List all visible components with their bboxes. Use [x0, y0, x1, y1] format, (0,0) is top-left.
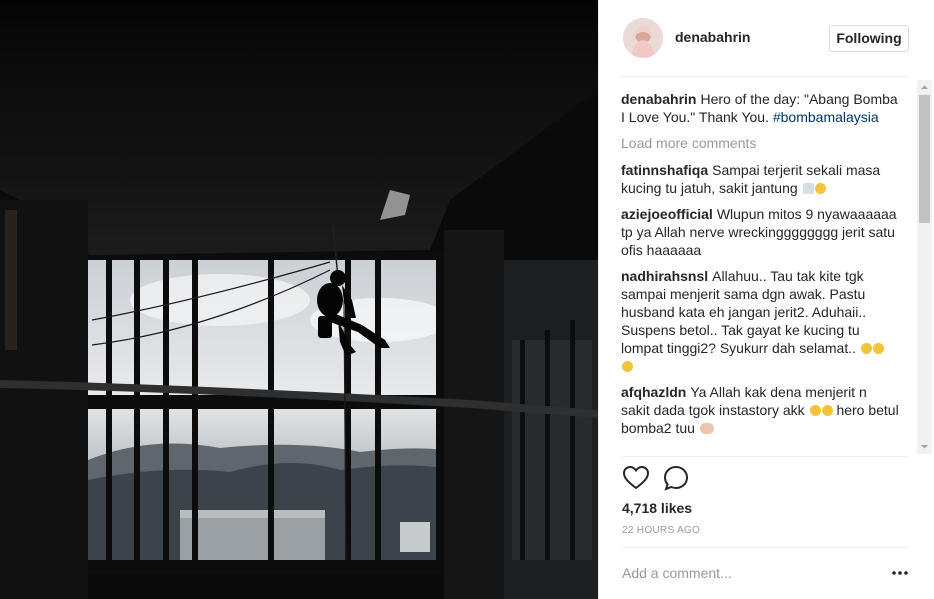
- astonished-face-emoji-icon: [821, 405, 833, 416]
- post-actions: [622, 464, 702, 492]
- instagram-post-view: denabahrin Following denabahrin Hero of t…: [0, 0, 934, 599]
- caption-username[interactable]: denabahrin: [621, 91, 696, 107]
- comment-item: nadhirahsnsl Allahuu.. Tau tak kite tgk s…: [621, 267, 899, 375]
- comment-item: fatinnshafiqa Sampai terjerit sekali masa…: [621, 161, 899, 197]
- add-comment-input[interactable]: [622, 563, 862, 583]
- scream-cat-emoji-icon: [802, 183, 814, 194]
- scroll-up-arrow-icon[interactable]: [917, 80, 932, 95]
- actions-divider: [622, 456, 908, 457]
- load-more-comments-link[interactable]: Load more comments: [621, 134, 899, 152]
- post-username[interactable]: denabahrin: [675, 29, 750, 45]
- relieved-face-emoji-icon: [872, 343, 884, 354]
- flexed-arm-emoji-icon: [699, 423, 714, 434]
- relieved-face-emoji-icon: [860, 343, 872, 354]
- comment-username[interactable]: fatinnshafiqa: [621, 162, 708, 178]
- comments-scrollbar[interactable]: [917, 80, 932, 454]
- comment-username[interactable]: nadhirahsnsl: [621, 268, 708, 284]
- caption-hashtag[interactable]: #bombamalaysia: [773, 109, 879, 125]
- more-options-icon[interactable]: [890, 563, 910, 583]
- grimace-face-emoji-icon: [809, 405, 821, 416]
- likes-count[interactable]: 4,718 likes: [622, 500, 692, 516]
- avatar[interactable]: [623, 18, 663, 58]
- avatar-image: [623, 18, 663, 58]
- scroll-down-arrow-icon[interactable]: [917, 439, 932, 454]
- comment-item: afqhazldn Ya Allah kak dena menjerit n sa…: [621, 383, 899, 437]
- heart-icon[interactable]: [622, 464, 650, 492]
- comments-list: denabahrin Hero of the day: "Abang Bomba …: [621, 80, 899, 454]
- header-divider: [621, 76, 908, 77]
- post-timestamp: 22 HOURS AGO: [622, 525, 701, 536]
- comment-username[interactable]: afqhazldn: [621, 384, 686, 400]
- comment-username[interactable]: aziejoeofficial: [621, 206, 713, 222]
- comment-item: aziejoeofficial Wlupun mitos 9 nyawaaaaaa…: [621, 205, 899, 259]
- scrollbar-thumb[interactable]: [919, 95, 930, 223]
- comment-box-divider: [622, 547, 908, 548]
- relieved-face-emoji-icon: [622, 361, 633, 372]
- post-photo[interactable]: [0, 0, 598, 599]
- grimace-face-emoji-icon: [814, 183, 826, 194]
- following-button[interactable]: Following: [829, 25, 909, 52]
- rescue-silhouette-photo: [0, 0, 598, 599]
- post-caption: denabahrin Hero of the day: "Abang Bomba …: [621, 90, 899, 126]
- comment-bubble-icon[interactable]: [662, 464, 690, 492]
